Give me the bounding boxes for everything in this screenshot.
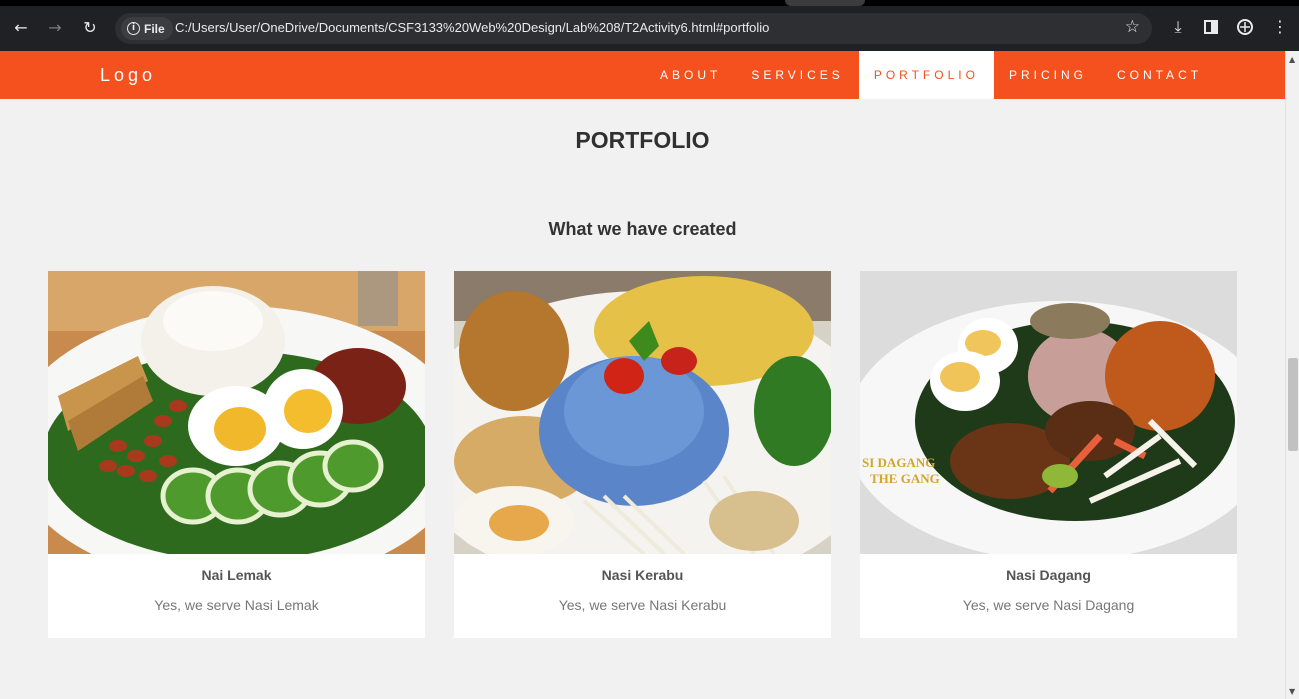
reload-button[interactable]: ↻ (78, 16, 102, 40)
url-text[interactable]: C:/Users/User/OneDrive/Documents/CSF3133… (175, 20, 769, 35)
browser-toolbar: ← → ↻ i File C:/Users/User/OneDrive/Docu… (0, 0, 1299, 51)
card-title: Nasi Dagang (1006, 567, 1091, 583)
page-viewport: Logo ABOUT SERVICES PORTFOLIO PRICING CO… (0, 51, 1285, 699)
browser-menu-button[interactable]: ⋮ (1268, 15, 1292, 39)
nav-link-pricing[interactable]: PRICING (994, 51, 1102, 99)
portfolio-card-nasi-lemak: Nai Lemak Yes, we serve Nasi Lemak (48, 271, 425, 638)
site-logo[interactable]: Logo (100, 65, 156, 86)
card-description: Yes, we serve Nasi Dagang (962, 597, 1135, 613)
nav-link-services[interactable]: SERVICES (736, 51, 858, 99)
tab-strip (0, 0, 1299, 6)
forward-button[interactable]: → (43, 16, 67, 40)
section-subtitle: What we have created (548, 219, 737, 239)
site-info-chip[interactable]: i File (121, 17, 173, 40)
image-watermark-line1: SI DAGANG (862, 455, 935, 470)
scroll-down-arrow-icon[interactable]: ▼ (1289, 687, 1295, 696)
back-button[interactable]: ← (9, 16, 33, 40)
reload-icon: ↻ (83, 18, 97, 37)
download-button[interactable]: ⤓ (1166, 15, 1190, 39)
kebab-menu-icon: ⋮ (1272, 17, 1288, 36)
extension-button[interactable] (1233, 15, 1257, 39)
vertical-scrollbar[interactable]: ▲ ▼ (1285, 51, 1299, 699)
scrollbar-thumb[interactable] (1288, 358, 1298, 451)
card-description: Yes, we serve Nasi Kerabu (558, 597, 727, 613)
card-title: Nai Lemak (201, 567, 272, 583)
download-icon: ⤓ (1174, 17, 1182, 36)
nav-link-portfolio[interactable]: PORTFOLIO (858, 51, 994, 99)
bookmark-star-icon[interactable]: ☆ (1125, 17, 1140, 37)
nasi-lemak-image (48, 271, 425, 554)
side-panel-icon[interactable] (1204, 20, 1218, 34)
site-navbar: Logo ABOUT SERVICES PORTFOLIO PRICING CO… (0, 51, 1285, 99)
portfolio-card-nasi-dagang: SI DAGANG THE GANG Nasi Dagang Yes, we s… (860, 271, 1237, 638)
card-description: Yes, we serve Nasi Lemak (154, 597, 319, 613)
nav-link-about[interactable]: ABOUT (645, 51, 736, 99)
section-title: PORTFOLIO (575, 127, 710, 153)
extension-icon (1237, 19, 1253, 35)
image-watermark-line2: THE GANG (870, 471, 940, 486)
address-bar[interactable]: i File C:/Users/User/OneDrive/Documents/… (115, 13, 1152, 44)
nav-links: ABOUT SERVICES PORTFOLIO PRICING CONTACT (645, 51, 1217, 99)
site-chip-label: File (144, 21, 165, 36)
nasi-dagang-image: SI DAGANG THE GANG (860, 271, 1237, 554)
arrow-left-icon: ← (14, 18, 28, 37)
active-tab-edge[interactable] (785, 0, 865, 6)
nasi-kerabu-image (454, 271, 831, 554)
info-icon: i (127, 22, 140, 35)
card-title: Nasi Kerabu (601, 567, 684, 583)
nav-link-contact[interactable]: CONTACT (1102, 51, 1217, 99)
portfolio-card-nasi-kerabu: Nasi Kerabu Yes, we serve Nasi Kerabu (454, 271, 831, 638)
scroll-up-arrow-icon[interactable]: ▲ (1289, 55, 1295, 64)
arrow-right-icon: → (48, 18, 62, 37)
